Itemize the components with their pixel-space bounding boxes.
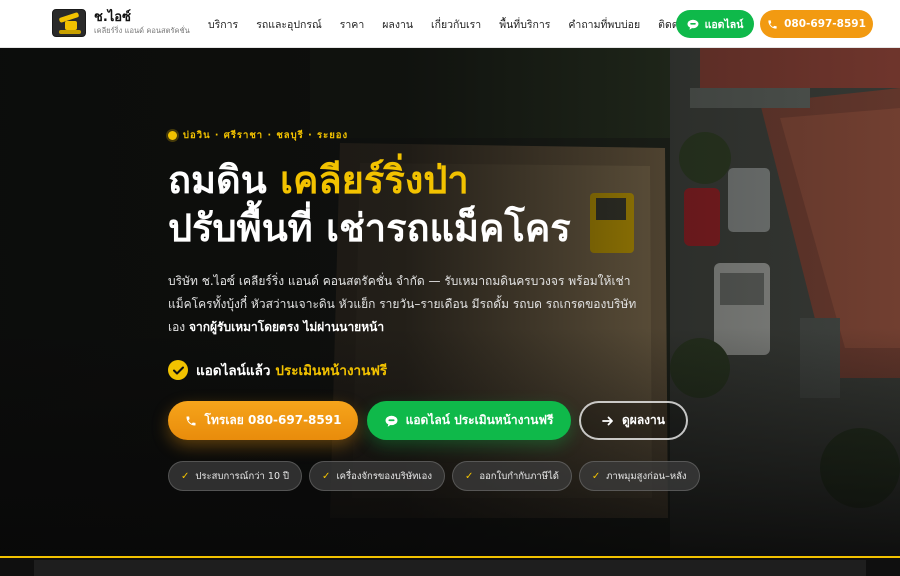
line-assessment-label: แอดไลน์ ประเมินหน้างานฟรี <box>405 413 554 427</box>
check-icon: ✓ <box>591 470 601 482</box>
view-portfolio-button[interactable]: ดูผลงาน <box>579 401 688 440</box>
line-chat-icon <box>687 19 699 30</box>
call-now-button[interactable]: โทรเลย 080-697-8591 <box>168 401 358 440</box>
header-phone-button[interactable]: 080-697-8591 <box>760 10 873 38</box>
brand[interactable]: ช.ไอซ์ เคลียร์ริ่ง แอนด์ คอนสตรัคชั่น <box>52 9 190 37</box>
check-icon <box>168 360 188 380</box>
arrow-right-icon <box>602 416 613 425</box>
line-assessment-button[interactable]: แอดไลน์ ประเมินหน้างานฟรี <box>367 401 571 440</box>
main-nav: บริการ รถและอุปกรณ์ ราคา ผลงาน เกี่ยวกับ… <box>208 0 703 48</box>
header-phone-label: 080-697-8591 <box>784 18 866 30</box>
trust-badge: ✓ ภาพมุมสูงก่อน–หลัง <box>578 461 700 491</box>
nav-about[interactable]: เกี่ยวกับเรา <box>431 16 481 33</box>
check-icon: ✓ <box>181 470 190 482</box>
nav-pricing[interactable]: ราคา <box>340 16 364 33</box>
location-dot-icon <box>168 131 177 140</box>
header-line-button[interactable]: แอดไลน์ <box>676 10 754 38</box>
brand-tagline: เคลียร์ริ่ง แอนด์ คอนสตรัคชั่น <box>94 26 190 36</box>
nav-service-area[interactable]: พื้นที่บริการ <box>499 16 550 33</box>
view-portfolio-label: ดูผลงาน <box>622 413 665 427</box>
hero-title-highlight: เคลียร์ริ่งป่า <box>279 158 469 202</box>
nav-faq[interactable]: คำถามที่พบบ่อย <box>568 16 640 33</box>
hero-title-line2: ปรับพื้นที่ เช่ารถแม็คโคร <box>168 206 571 250</box>
trust-badge: ✓ ออกใบกำกับภาษีได้ <box>452 461 572 491</box>
next-section-edge <box>0 556 900 576</box>
check-icon: ✓ <box>322 470 331 482</box>
hero-lead-paragraph: บริษัท ช.ไอซ์ เคลียร์ริ่ง แอนด์ คอนสตรัค… <box>168 270 638 339</box>
nav-portfolio[interactable]: ผลงาน <box>382 16 413 33</box>
hero-section: บ่อวิน · ศรีราชา · ชลบุรี · ระยอง ถมดิน … <box>0 48 900 556</box>
hero-title: ถมดิน เคลียร์ริ่งป่า ปรับพื้นที่ เช่ารถแ… <box>168 156 571 252</box>
trust-badge: ✓ เครื่องจักรของบริษัทเอง <box>309 461 445 491</box>
phone-icon <box>768 19 777 29</box>
nav-equipment[interactable]: รถและอุปกรณ์ <box>256 16 322 33</box>
free-assessment-note: แอดไลน์แล้ว ประเมินหน้างานฟรี <box>168 359 387 381</box>
site-header: ช.ไอซ์ เคลียร์ริ่ง แอนด์ คอนสตรัคชั่น บร… <box>0 0 900 48</box>
line-chat-icon <box>385 415 398 427</box>
check-icon: ✓ <box>465 470 474 482</box>
nav-services[interactable]: บริการ <box>208 16 238 33</box>
trust-badges: ✓ ประสบการณ์กว่า 10 ปี ✓ เครื่องจักรของบริ… <box>168 461 707 491</box>
phone-icon <box>186 416 196 425</box>
free-assessment-highlight: ประเมินหน้างานฟรี <box>275 363 388 379</box>
free-assessment-plain: แอดไลน์แล้ว <box>196 363 271 379</box>
excavator-logo-icon <box>52 9 86 37</box>
hero-location-text: บ่อวิน · ศรีราชา · ชลบุรี · ระยอง <box>183 130 349 141</box>
trust-badge: ✓ ประสบการณ์กว่า 10 ปี <box>168 461 303 491</box>
hero-title-line1-plain: ถมดิน <box>168 158 280 202</box>
hero-location-eyebrow: บ่อวิน · ศรีราชา · ชลบุรี · ระยอง <box>168 128 348 143</box>
brand-name: ช.ไอซ์ <box>94 10 131 26</box>
header-line-label: แอดไลน์ <box>704 18 744 31</box>
hero-lead-bold: จากผู้รับเหมาโดยตรง ไม่ผ่านนายหน้า <box>188 320 385 334</box>
call-now-label: โทรเลย 080-697-8591 <box>204 413 342 427</box>
